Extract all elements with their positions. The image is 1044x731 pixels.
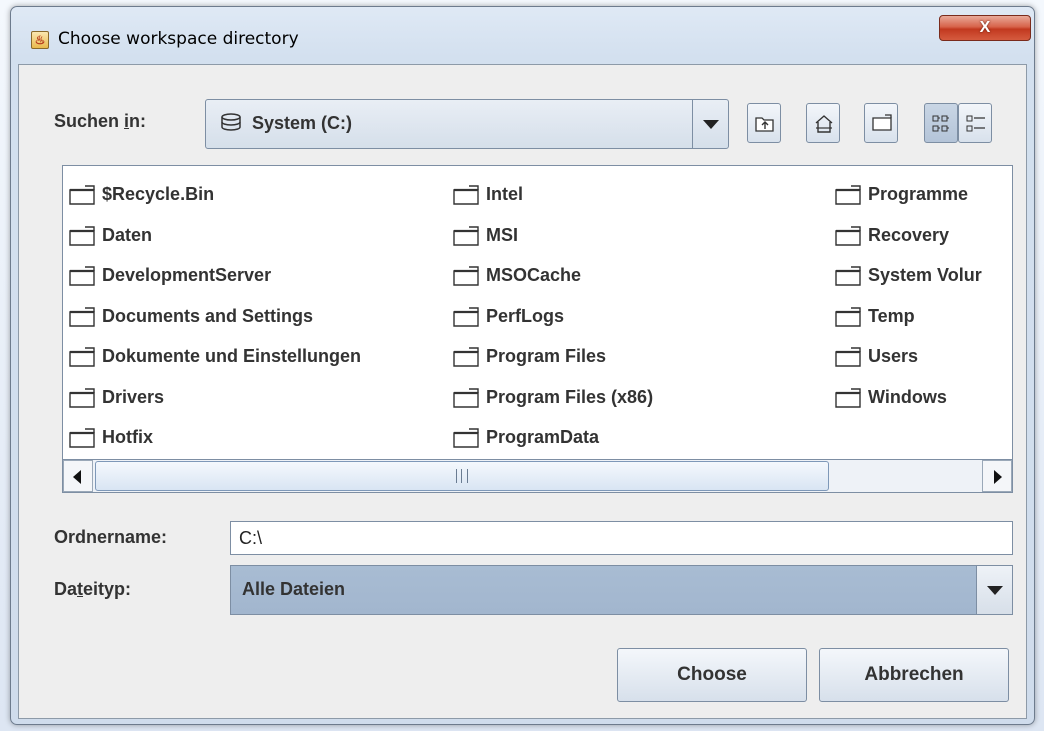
folder-icon bbox=[453, 266, 479, 291]
arrow-left-icon bbox=[73, 470, 81, 484]
scrollbar-thumb[interactable] bbox=[95, 461, 829, 491]
new-folder-button[interactable] bbox=[864, 103, 898, 143]
chevron-down-icon bbox=[703, 120, 719, 129]
scroll-left-button[interactable] bbox=[63, 460, 93, 492]
file-type-label: Dateityp: bbox=[54, 579, 132, 599]
folder-icon bbox=[835, 306, 861, 332]
folder-name: ProgramData bbox=[486, 427, 600, 447]
dialog-window: ♨ Choose workspace directory X Suchen in… bbox=[10, 6, 1035, 725]
folder-name-input[interactable]: C:\ bbox=[230, 521, 1013, 555]
close-button[interactable]: X bbox=[939, 15, 1031, 41]
details-view-icon bbox=[966, 115, 985, 132]
cancel-button[interactable]: Abbrechen bbox=[819, 648, 1009, 702]
look-in-dropdown-arrow[interactable] bbox=[692, 100, 728, 148]
folder-name: Dokumente und Einstellungen bbox=[102, 346, 362, 366]
folder-icon bbox=[835, 225, 861, 251]
java-app-icon: ♨ bbox=[31, 31, 49, 49]
folder-icon bbox=[69, 387, 95, 413]
folder-icon bbox=[69, 185, 95, 210]
folder-icon bbox=[835, 347, 861, 372]
folder-icon bbox=[69, 428, 95, 453]
folder-name: DevelopmentServer bbox=[102, 265, 272, 285]
folder-icon bbox=[453, 387, 479, 413]
folder-name: Hotfix bbox=[102, 427, 153, 447]
folder-name: Windows bbox=[868, 386, 947, 407]
folder-name: Drivers bbox=[102, 386, 165, 407]
folder-icon bbox=[453, 306, 479, 332]
up-one-level-button[interactable] bbox=[747, 103, 781, 143]
folder-icon bbox=[835, 266, 861, 291]
folder-name: $Recycle.Bin bbox=[102, 184, 215, 204]
folder-icon bbox=[69, 266, 95, 291]
folder-icon bbox=[453, 225, 479, 251]
window-title: Choose workspace directory bbox=[58, 29, 299, 49]
folder-icon bbox=[835, 185, 861, 210]
look-in-value: System (C:) bbox=[252, 113, 353, 133]
horizontal-scrollbar[interactable] bbox=[62, 459, 1013, 493]
folder-name: MSOCache bbox=[486, 265, 582, 285]
new-folder-icon bbox=[872, 114, 892, 131]
folder-icon bbox=[69, 225, 95, 251]
folder-name: Documents and Settings bbox=[102, 305, 314, 326]
folder-icon bbox=[453, 428, 479, 453]
look-in-dropdown[interactable]: System (C:) bbox=[205, 99, 729, 149]
list-view-button[interactable] bbox=[924, 103, 958, 143]
folder-name: PerfLogs bbox=[486, 305, 565, 326]
folder-name: Intel bbox=[486, 184, 524, 204]
folder-icon bbox=[69, 306, 95, 332]
grip-icon bbox=[456, 469, 468, 483]
folder-icon bbox=[453, 185, 479, 210]
folder-icon bbox=[835, 387, 861, 413]
folder-name: MSI bbox=[486, 224, 519, 245]
folder-name: Recovery bbox=[868, 224, 950, 245]
choose-button[interactable]: Choose bbox=[617, 648, 807, 702]
folder-icon bbox=[453, 347, 479, 372]
up-one-level-icon bbox=[755, 117, 774, 132]
folder-name-label: Ordnername: bbox=[54, 527, 168, 547]
title-bar[interactable]: ♨ Choose workspace directory X bbox=[11, 7, 1034, 63]
folder-name: Temp bbox=[868, 305, 915, 326]
list-view-icon bbox=[932, 115, 949, 132]
dialog-content: Suchen in: System (C:) $Recycle.Bin Daten… bbox=[18, 64, 1027, 719]
look-in-label: Suchen in: bbox=[54, 111, 147, 131]
file-type-dropdown-arrow[interactable] bbox=[976, 566, 1012, 614]
chevron-down-icon bbox=[987, 586, 1003, 595]
home-button[interactable] bbox=[806, 103, 840, 143]
folder-icon bbox=[69, 347, 95, 372]
folder-name: Daten bbox=[102, 224, 153, 245]
folder-name: Program Files bbox=[486, 346, 607, 366]
file-type-value: Alle Dateien bbox=[242, 579, 346, 599]
folder-name: Programme bbox=[868, 184, 969, 204]
file-type-dropdown[interactable]: Alle Dateien bbox=[230, 565, 1013, 615]
drive-icon bbox=[220, 113, 242, 138]
home-icon bbox=[815, 115, 833, 133]
folder-name: Program Files (x86) bbox=[486, 386, 654, 407]
file-list[interactable]: $Recycle.Bin Daten DevelopmentServer Docume… bbox=[62, 165, 1013, 493]
details-view-button[interactable] bbox=[958, 103, 992, 143]
folder-name: Users bbox=[868, 346, 919, 366]
scroll-right-button[interactable] bbox=[982, 460, 1012, 492]
arrow-right-icon bbox=[994, 470, 1002, 484]
folder-name: System Volur bbox=[868, 265, 982, 285]
